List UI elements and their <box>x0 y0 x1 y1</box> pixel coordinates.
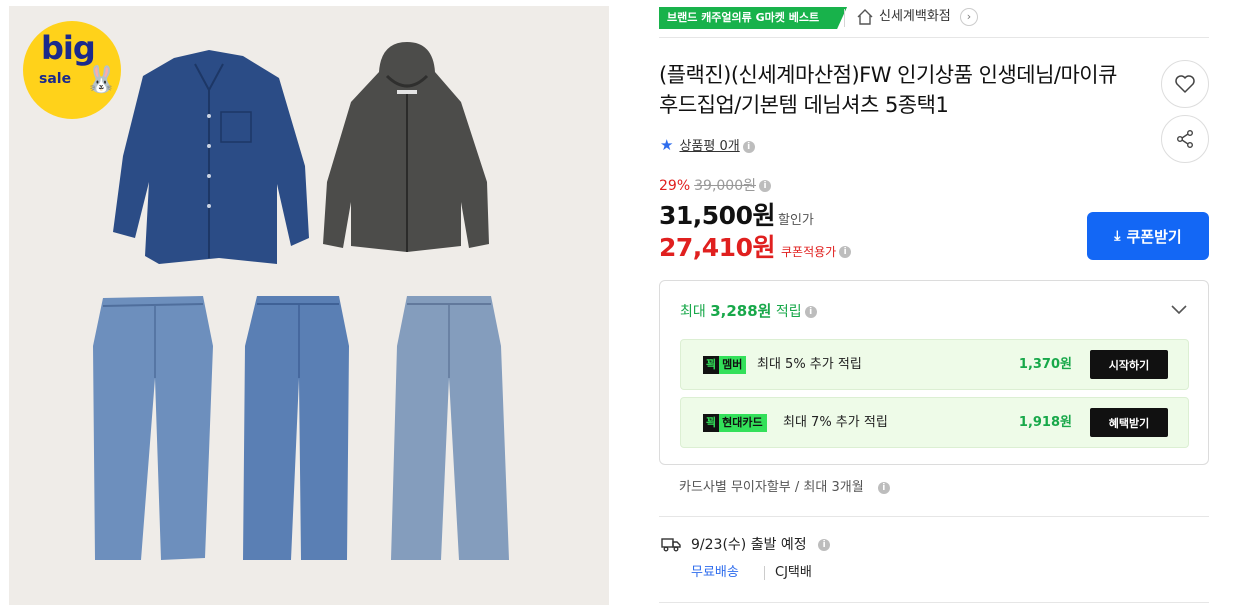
shipping-date: 9/23(수) 출발 예정 i <box>691 535 831 555</box>
info-icon[interactable]: i <box>804 306 817 318</box>
wishlist-button[interactable] <box>1161 60 1209 108</box>
store-name-link[interactable]: 신세계백화점 <box>879 8 951 26</box>
jeans-middle <box>243 296 349 560</box>
member-reward-row: 꾁 멤버 최대 5% 추가 적립 1,370원 시작하기 <box>680 339 1189 390</box>
review-count-link[interactable]: 상품평 0개 <box>679 139 739 154</box>
share-button[interactable] <box>1161 115 1209 163</box>
bunny-icon: 🐰 <box>85 65 118 95</box>
divider <box>659 602 1209 603</box>
breadcrumb-divider <box>844 9 845 27</box>
denim-shirt <box>113 50 309 264</box>
reward-suffix: 적립 <box>775 304 802 320</box>
sale-price: 31,500원 <box>659 201 775 230</box>
share-icon <box>1177 130 1193 148</box>
shipping-date-text: 9/23(수) 출발 예정 <box>691 537 807 553</box>
heart-icon <box>1175 75 1195 93</box>
truck-icon <box>661 538 681 552</box>
discount-rate: 29% <box>659 178 691 194</box>
download-icon: ⤓ <box>1114 228 1121 244</box>
card-tag: 꾁 현대카드 <box>703 414 767 432</box>
get-coupon-button[interactable]: ⤓ 쿠폰받기 <box>1087 212 1209 260</box>
home-icon[interactable] <box>856 8 874 26</box>
card-reward-amount: 1,918원 <box>1018 415 1072 430</box>
badge-big-text: big <box>41 29 96 67</box>
chevron-down-icon[interactable] <box>1170 300 1188 318</box>
divider <box>659 516 1209 517</box>
reward-header[interactable]: 최대 3,288원 적립 i <box>680 301 817 322</box>
get-benefit-button[interactable]: 혜택받기 <box>1090 408 1168 437</box>
installment-text: 카드사별 무이자할부 / 최대 3개월 <box>679 480 864 495</box>
grey-hoodie <box>323 42 489 252</box>
star-icon: ★ <box>660 136 674 154</box>
free-shipping-label: 무료배송 <box>691 565 739 580</box>
product-image[interactable]: big sale 🐰 <box>9 6 609 605</box>
badge-sale-text: sale <box>39 71 72 87</box>
divider <box>659 37 1209 38</box>
shipping-divider <box>764 566 765 580</box>
reward-max-amount: 3,288원 <box>710 302 772 320</box>
product-title: (플랙진)(신세계마산점)FW 인기상품 인생데님/마이큐 후드집업/기본템 데… <box>659 63 1117 117</box>
jeans-left <box>93 296 213 560</box>
card-reward-desc: 최대 7% 추가 적립 <box>783 415 888 430</box>
tag-mark: 꾁 <box>703 414 720 432</box>
original-price: 39,000원 <box>694 178 756 194</box>
member-reward-amount: 1,370원 <box>1018 357 1072 372</box>
chevron-right-icon[interactable]: › <box>960 8 978 26</box>
start-membership-button[interactable]: 시작하기 <box>1090 350 1168 379</box>
carrier-name: CJ택배 <box>775 565 812 580</box>
card-reward-row: 꾁 현대카드 최대 7% 추가 적립 1,918원 혜택받기 <box>680 397 1189 448</box>
info-icon[interactable]: i <box>877 481 890 494</box>
info-icon[interactable]: i <box>818 539 831 551</box>
get-coupon-label: 쿠폰받기 <box>1126 227 1182 246</box>
coupon-price-row: 27,410원 쿠폰적용가 i <box>659 228 852 264</box>
tag-mark: 꾁 <box>703 356 720 374</box>
info-icon[interactable]: i <box>839 245 852 258</box>
info-icon[interactable]: i <box>742 140 755 153</box>
discount-row: 29% 39,000원 i <box>659 177 771 195</box>
member-tag: 꾁 멤버 <box>703 356 747 374</box>
category-best-tag[interactable]: 브랜드 캐주얼의류 G마켓 베스트 <box>659 7 847 29</box>
sale-price-label: 할인가 <box>777 213 814 228</box>
tag-label: 멤버 <box>722 358 743 371</box>
member-reward-desc: 최대 5% 추가 적립 <box>757 357 862 372</box>
coupon-price: 27,410원 <box>659 233 775 262</box>
info-icon[interactable]: i <box>759 180 771 192</box>
sale-price-row: 31,500원 할인가 <box>659 196 814 232</box>
installment-info: 카드사별 무이자할부 / 최대 3개월 i <box>679 478 890 498</box>
jeans-right <box>391 296 509 560</box>
tag-label: 현대카드 <box>722 416 763 429</box>
coupon-price-label: 쿠폰적용가 <box>780 245 837 259</box>
review-summary[interactable]: ★ 상품평 0개 i <box>660 136 755 156</box>
big-sale-badge: big sale 🐰 <box>23 21 121 119</box>
reward-prefix: 최대 <box>680 304 706 320</box>
